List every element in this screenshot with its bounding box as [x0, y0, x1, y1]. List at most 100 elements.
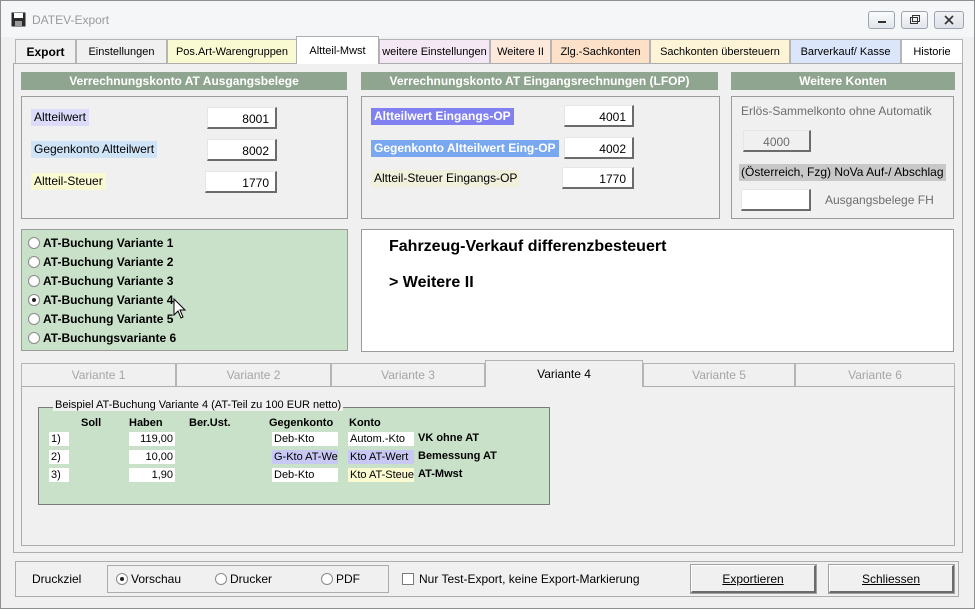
row-3-konto: Kto AT-Steuer — [348, 468, 414, 482]
altteilwert-eingangs-op-label: Altteilwert Eingangs-OP — [371, 108, 514, 125]
tab-pos-art-warengruppen[interactable]: Pos.Art-Warengruppen — [167, 39, 297, 63]
tab-barverkauf-kasse[interactable]: Barverkauf/ Kasse — [790, 39, 901, 63]
radio-button[interactable] — [28, 275, 40, 287]
row-2-nr: 2) — [49, 450, 69, 464]
test-export-checkbox[interactable] — [402, 573, 414, 585]
variante-4-option[interactable]: AT-Buchung Variante 4 — [28, 292, 173, 308]
weitere-konten-title: Weitere Konten — [731, 72, 955, 90]
tab-altteil-mwst[interactable]: Altteil-Mwst — [296, 36, 379, 64]
variante-6-label: AT-Buchungsvariante 6 — [43, 331, 177, 345]
vorschau-option[interactable]: Vorschau — [116, 572, 181, 586]
weitere-konten-group: Erlös-Sammelkonto ohne Automatik 4000 (Ö… — [731, 96, 954, 219]
minimize-button[interactable] — [868, 11, 895, 29]
test-export-option[interactable]: Nur Test-Export, keine Export-Markierung — [402, 572, 640, 586]
row-1-haben: 119,00 — [129, 432, 175, 446]
header-gegenkonto: Gegenkonto — [269, 417, 334, 429]
tab-einstellungen[interactable]: Einstellungen — [76, 39, 167, 63]
close-button[interactable]: Schliessen — [828, 564, 955, 594]
gegenkonto-altteilwert-eing-op-label: Gegenkonto Altteilwert Eing-OP — [371, 140, 559, 157]
pdf-option[interactable]: PDF — [321, 572, 360, 586]
mouse-cursor-icon — [173, 298, 187, 319]
bottom-bar: Druckziel Vorschau Drucker PDF Nur Test-… — [15, 561, 959, 597]
tab-variante-4[interactable]: Variante 4 — [485, 360, 643, 387]
info-line-1: Fahrzeug-Verkauf differenzbesteuert — [389, 238, 667, 255]
tab-historie[interactable]: Historie — [901, 39, 963, 63]
altteil-steuer-eingangs-op-label: Altteil-Steuer Eingangs-OP — [371, 170, 521, 187]
gegenkonto-altteilwert-field[interactable]: 8002 — [207, 139, 277, 161]
floppy-disk-icon — [11, 12, 26, 27]
variante-5-label: AT-Buchung Variante 5 — [43, 312, 174, 326]
radio-button[interactable] — [28, 237, 40, 249]
radio-button[interactable] — [28, 313, 40, 325]
restore-button[interactable] — [901, 11, 928, 29]
eingang-group: Altteilwert Eingangs-OP 4001 Gegenkonto … — [361, 96, 720, 219]
window-title: DATEV-Export — [32, 13, 110, 27]
header-haben: Haben — [129, 417, 163, 429]
tab-variante-5[interactable]: Variante 5 — [643, 363, 795, 386]
altteil-steuer-eingangs-op-field[interactable]: 1770 — [562, 167, 634, 189]
radio-button[interactable] — [28, 256, 40, 268]
drucker-option[interactable]: Drucker — [215, 572, 272, 586]
export-button[interactable]: Exportieren — [690, 564, 817, 594]
tab-variante-1[interactable]: Variante 1 — [21, 363, 176, 386]
buchung-variante-group: AT-Buchung Variante 1 AT-Buchung Variant… — [21, 229, 348, 351]
tab-variante-2[interactable]: Variante 2 — [176, 363, 331, 386]
variante-1-option[interactable]: AT-Buchung Variante 1 — [28, 235, 173, 251]
variant-panel: Beispiel AT-Buchung Variante 4 (AT-Teil … — [21, 386, 955, 546]
altteilwert-label: Altteilwert — [31, 109, 90, 126]
tab-export[interactable]: Export — [15, 39, 76, 63]
tab-weitere-einstellungen[interactable]: weitere Einstellungen — [379, 39, 490, 63]
ausgangsbelege-fh-field[interactable] — [741, 189, 811, 211]
erloes-sammelkonto-field[interactable]: 4000 — [743, 130, 811, 152]
variante-4-label: AT-Buchung Variante 4 — [43, 293, 174, 307]
example-group: Beispiel AT-Buchung Variante 4 (AT-Teil … — [38, 399, 550, 505]
altteil-steuer-label: Altteil-Steuer — [31, 173, 106, 190]
datev-export-window: DATEV-Export Export Einstellungen Pos.Ar… — [0, 0, 975, 609]
ausgang-group: Altteilwert 8001 Gegenkonto Altteilwert … — [21, 96, 348, 219]
header-soll: Soll — [81, 417, 102, 429]
radio-button[interactable] — [28, 332, 40, 344]
gegenkonto-altteilwert-eing-op-field[interactable]: 4002 — [564, 137, 634, 159]
row-2-konto: Kto AT-Wert — [348, 450, 414, 464]
eingang-section-title: Verrechnungskonto AT Eingangsrechnungen … — [361, 72, 718, 90]
header-konto: Konto — [349, 417, 381, 429]
altteilwert-eingangs-op-field[interactable]: 4001 — [564, 105, 634, 127]
row-2-haben: 10,00 — [129, 450, 175, 464]
variante-1-label: AT-Buchung Variante 1 — [43, 236, 174, 250]
radio-button[interactable] — [321, 573, 333, 585]
variante-2-label: AT-Buchung Variante 2 — [43, 255, 174, 269]
drucker-label: Drucker — [230, 572, 273, 586]
altteil-steuer-field[interactable]: 1770 — [205, 171, 277, 193]
variante-3-option[interactable]: AT-Buchung Variante 3 — [28, 273, 173, 289]
variante-6-option[interactable]: AT-Buchungsvariante 6 — [28, 330, 176, 346]
ausgang-section-title: Verrechnungskonto AT Ausgangsbelege — [21, 72, 347, 90]
row-2-gegenkonto: G-Kto AT-Wert — [272, 450, 338, 464]
tab-sachkonten-uebersteuern[interactable]: Sachkonten übersteuern — [650, 39, 790, 63]
tab-variante-3[interactable]: Variante 3 — [331, 363, 485, 386]
radio-button-selected[interactable] — [116, 573, 128, 585]
radio-button[interactable] — [215, 573, 227, 585]
row-3-gegenkonto: Deb-Kto — [272, 468, 338, 482]
row-1-konto: Autom.-Kto — [348, 432, 414, 446]
test-export-label: Nur Test-Export, keine Export-Markierung — [419, 572, 640, 586]
erloes-sammelkonto-label: Erlös-Sammelkonto ohne Automatik — [741, 104, 932, 118]
variant-info-box: Fahrzeug-Verkauf differenzbesteuert > We… — [361, 229, 954, 352]
variant-tab-bar: Variante 1 Variante 2 Variante 3 Variant… — [21, 360, 955, 387]
close-window-button[interactable] — [934, 11, 964, 29]
radio-button-selected[interactable] — [28, 294, 40, 306]
title-bar: DATEV-Export — [1, 1, 974, 37]
variante-5-option[interactable]: AT-Buchung Variante 5 — [28, 311, 173, 327]
row-1-nr: 1) — [49, 432, 69, 446]
row-1-gegenkonto: Deb-Kto — [272, 432, 338, 446]
ausgangsbelege-fh-label: Ausgangsbelege FH — [825, 193, 934, 207]
row-3-nr: 3) — [49, 468, 69, 482]
row-3-desc: AT-Mwst — [418, 468, 463, 480]
altteilwert-field[interactable]: 8001 — [207, 107, 277, 129]
tab-weitere-ii[interactable]: Weitere II — [490, 39, 551, 63]
gegenkonto-altteilwert-label: Gegenkonto Altteilwert — [31, 141, 158, 158]
tab-variante-6[interactable]: Variante 6 — [795, 363, 955, 386]
variante-3-label: AT-Buchung Variante 3 — [43, 274, 174, 288]
variante-2-option[interactable]: AT-Buchung Variante 2 — [28, 254, 173, 270]
tab-zlg-sachkonten[interactable]: Zlg.-Sachkonten — [551, 39, 650, 63]
minimize-icon — [877, 21, 886, 23]
